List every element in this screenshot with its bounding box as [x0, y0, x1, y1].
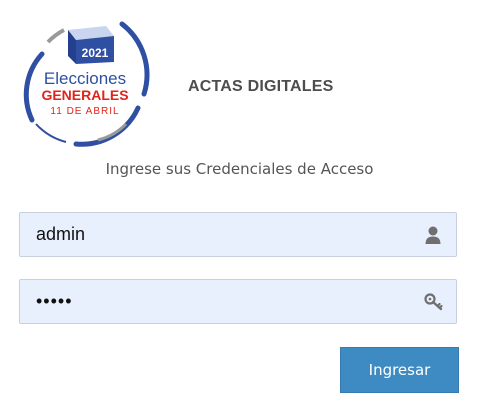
- logo-line3: 11 DE ABRIL: [50, 106, 119, 117]
- logo-year: 2021: [82, 46, 109, 60]
- elecciones-logo: 2021 Elecciones GENERALES 11 DE ABRIL: [18, 16, 152, 150]
- login-subtitle: Ingrese sus Credenciales de Acceso: [105, 160, 374, 178]
- logo-line2: GENERALES: [41, 87, 128, 103]
- username-field[interactable]: [19, 212, 457, 257]
- password-field[interactable]: [19, 279, 457, 324]
- logo-line1: Elecciones: [44, 69, 126, 88]
- user-icon: [424, 225, 442, 245]
- login-button[interactable]: Ingresar: [340, 347, 459, 393]
- app-title: ACTAS DIGITALES: [188, 78, 334, 95]
- username-input[interactable]: [20, 213, 416, 256]
- key-icon: [424, 292, 443, 312]
- password-input[interactable]: [20, 280, 416, 323]
